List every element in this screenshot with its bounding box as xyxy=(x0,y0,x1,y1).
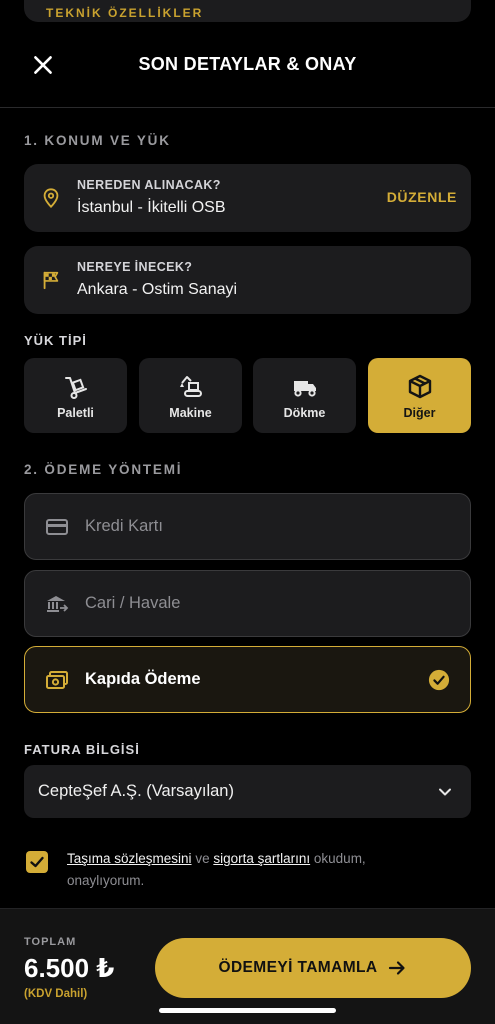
arrow-right-icon xyxy=(389,961,406,975)
load-type-label: Paletli xyxy=(57,406,94,420)
header-divider xyxy=(0,107,495,108)
total-label: TOPLAM xyxy=(24,936,77,948)
load-type-diger[interactable]: Diğer xyxy=(368,358,471,433)
insurance-terms-link[interactable]: sigorta şartlarını xyxy=(213,851,310,866)
payment-option-cash-on-delivery[interactable]: Kapıda Ödeme xyxy=(24,646,471,713)
bank-transfer-icon xyxy=(47,596,69,612)
page-title: SON DETAYLAR & ONAY xyxy=(138,53,357,74)
section-title-location: 1. KONUM VE YÜK xyxy=(24,133,171,148)
peek-section-tab: TEKNİK ÖZELLİKLER xyxy=(24,0,471,22)
invoice-select[interactable]: CepteŞef A.Ş. (Varsayılan) xyxy=(24,765,471,818)
load-type-paletli[interactable]: Paletli xyxy=(24,358,127,433)
dropoff-card: NEREYE İNECEK? Ankara - Ostim Sanayi xyxy=(24,246,471,314)
check-circle-icon xyxy=(428,669,450,691)
pickup-value: İstanbul - İkitelli OSB xyxy=(77,199,226,216)
box-icon xyxy=(408,374,431,399)
agreement-text: Taşıma sözleşmesini ve sigorta şartların… xyxy=(67,848,437,892)
checkout-footer: TOPLAM 6.500 ₺ (KDV Dahil) ÖDEMEYİ TAMAM… xyxy=(0,908,495,1024)
location-pin-icon xyxy=(43,188,59,209)
load-type-label: Diğer xyxy=(403,406,436,420)
load-type-dokme[interactable]: Dökme xyxy=(253,358,356,433)
section-title-payment: 2. ÖDEME YÖNTEMİ xyxy=(24,462,183,477)
pickup-card: NEREDEN ALINACAK? İstanbul - İkitelli OS… xyxy=(24,164,471,232)
credit-card-icon xyxy=(46,519,68,535)
dropoff-value: Ankara - Ostim Sanayi xyxy=(77,281,238,298)
payment-option-label: Kredi Kartı xyxy=(85,517,163,535)
excavator-icon xyxy=(179,376,202,397)
vat-note: (KDV Dahil) xyxy=(24,988,88,1000)
invoice-selected-value: CepteŞef A.Ş. (Varsayılan) xyxy=(38,782,234,800)
load-type-title: YÜK TİPİ xyxy=(24,333,87,348)
payment-option-label: Kapıda Ödeme xyxy=(85,670,201,688)
invoice-title: FATURA BİLGİSİ xyxy=(24,742,140,757)
checkered-flag-icon xyxy=(43,271,59,290)
payment-option-credit-card[interactable]: Kredi Kartı xyxy=(24,493,471,560)
edit-location-button[interactable]: DÜZENLE xyxy=(387,189,457,205)
cash-icon xyxy=(46,671,68,689)
total-amount: 6.500 ₺ xyxy=(24,953,115,983)
close-icon[interactable] xyxy=(30,52,56,78)
dump-truck-icon xyxy=(293,381,316,397)
header: SON DETAYLAR & ONAY xyxy=(0,28,495,100)
load-type-label: Makine xyxy=(169,406,212,420)
home-indicator xyxy=(159,1008,336,1013)
payment-option-bank-transfer[interactable]: Cari / Havale xyxy=(24,570,471,637)
load-type-label: Dökme xyxy=(283,406,326,420)
checkmark-icon xyxy=(30,856,44,868)
agreement-connector: ve xyxy=(195,851,210,866)
load-type-makine[interactable]: Makine xyxy=(139,358,242,433)
complete-payment-label: ÖDEMEYİ TAMAMLA xyxy=(218,959,378,976)
chevron-down-icon xyxy=(439,788,451,796)
load-type-selector: Paletli Makine Dökme Diğer xyxy=(24,358,471,433)
agreement-checkbox[interactable] xyxy=(26,851,48,873)
contract-link[interactable]: Taşıma sözleşmesini xyxy=(67,851,192,866)
payment-option-label: Cari / Havale xyxy=(85,594,181,612)
dropoff-label: NEREYE İNECEK? xyxy=(77,260,193,274)
complete-payment-button[interactable]: ÖDEMEYİ TAMAMLA xyxy=(155,938,471,998)
peek-section-label: TEKNİK ÖZELLİKLER xyxy=(46,6,204,20)
hand-truck-icon xyxy=(64,377,87,399)
pickup-label: NEREDEN ALINACAK? xyxy=(77,178,221,192)
